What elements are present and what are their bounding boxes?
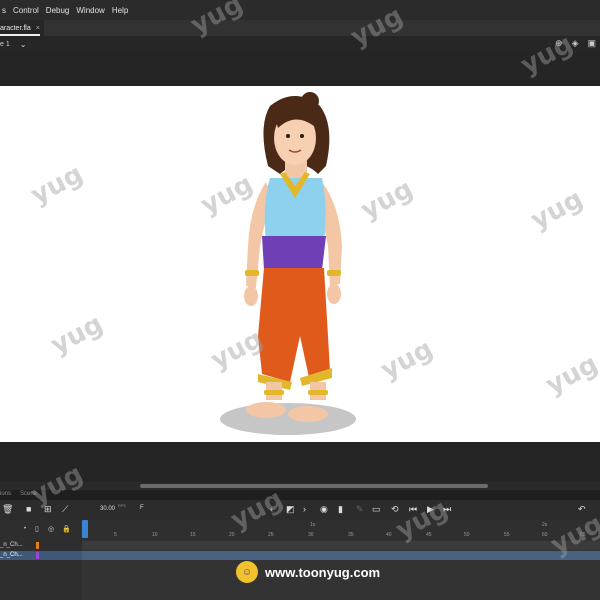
frame-field[interactable]: F	[140, 505, 144, 511]
horizontal-scrollbar[interactable]	[0, 482, 600, 490]
menu-item-help[interactable]: Help	[112, 6, 128, 15]
ruler-second-label: 2s	[542, 522, 548, 528]
menu-item-window[interactable]: Window	[76, 6, 104, 15]
ruler-number: 5	[114, 532, 117, 538]
camera-icon[interactable]: ■	[26, 504, 31, 514]
close-icon[interactable]: ×	[36, 25, 40, 32]
scene-label[interactable]: e 1	[0, 41, 10, 48]
ruler-number: 10	[152, 532, 158, 538]
character-illustration	[220, 92, 356, 435]
edit-multiple-icon[interactable]: ✎	[356, 504, 364, 515]
layer-color-swatch	[36, 552, 39, 559]
ruler-number: 30	[308, 532, 314, 538]
show-all-icon[interactable]: •	[24, 526, 26, 532]
graph-icon[interactable]: ⟋	[62, 504, 68, 515]
onion-outline-icon[interactable]: ▮	[338, 504, 343, 515]
loop-icon[interactable]: ⟲	[391, 504, 399, 515]
outline-icon[interactable]: ▯	[35, 525, 39, 533]
chevron-right-icon[interactable]: ›	[303, 504, 306, 514]
layer-row[interactable]: _n_Ch...	[0, 551, 82, 560]
frame-ruler[interactable]: 1s 2s 5 10 15 20 25 30 35 40 45 50 55 60…	[82, 520, 600, 540]
footer-url-text: www.toonyug.com	[265, 564, 381, 580]
fps-unit: FPS	[118, 503, 126, 508]
document-tab-label: aracter.fla	[0, 24, 31, 32]
clip-content-icon[interactable]: ▣	[587, 38, 596, 49]
delete-layer-icon[interactable]: 🗑	[2, 504, 13, 515]
document-tab-bar: aracter.fla ×	[0, 20, 600, 37]
clip-icon[interactable]: ▭	[372, 504, 381, 515]
ruler-number: 35	[348, 532, 354, 538]
layer-track[interactable]	[82, 541, 600, 550]
layer-name: _n_Ch...	[0, 552, 23, 558]
footer-branding: ☺ www.toonyug.com	[236, 561, 380, 583]
ruler-number: 15	[190, 532, 196, 538]
menu-item-commands[interactable]: s	[2, 6, 6, 15]
layer-name: _n_Ch...	[0, 542, 23, 548]
layer-track[interactable]	[82, 551, 600, 560]
menu-item-control[interactable]: Control	[13, 6, 39, 15]
frames-area[interactable]: 1s 2s 5 10 15 20 25 30 35 40 45 50 55 60…	[82, 520, 600, 600]
toonyug-logo-icon: ☺	[236, 561, 258, 583]
ruler-number: 20	[229, 532, 235, 538]
ruler-second-label: 1s	[310, 522, 316, 528]
layer-color-swatch	[36, 542, 39, 549]
layers-panel: • ▯ ◎ 🔒 _n_Ch... _n_Ch...	[0, 520, 82, 600]
onion-skin-icon[interactable]: ◉	[320, 504, 328, 515]
chevron-down-icon[interactable]: ⌄	[20, 40, 27, 49]
playhead[interactable]	[82, 520, 88, 600]
document-tab[interactable]: aracter.fla ×	[0, 20, 44, 36]
scrollbar-thumb[interactable]	[140, 484, 488, 488]
playhead-handle[interactable]	[82, 520, 88, 538]
panel-tabs: ions Scene	[0, 490, 600, 500]
lock-icon[interactable]: 🔒	[62, 525, 71, 533]
layer-row[interactable]: _n_Ch...	[0, 541, 82, 550]
tab-actions[interactable]: ions	[0, 491, 11, 497]
layer-header: • ▯ ◎ 🔒	[0, 520, 82, 540]
scene-bar: e 1 ⌄ ⊕ ◈ ▣	[0, 36, 600, 52]
menu-bar: s Control Debug Window Help	[0, 0, 600, 20]
menu-item-debug[interactable]: Debug	[46, 6, 70, 15]
ruler-number: 55	[504, 532, 510, 538]
pasteboard-bottom	[0, 442, 600, 482]
stage-canvas[interactable]	[0, 86, 600, 442]
ruler-number: 40	[386, 532, 392, 538]
timeline-toolbar: 🗑 ■ ⊞ ⟋ 30.00 FPS F ‹ ◩ › ◉ ▮ ✎ ▭ ⟲ ⏮ ▶ …	[0, 500, 600, 520]
fps-value[interactable]: 30.00	[100, 506, 115, 512]
ruler-number: 50	[464, 532, 470, 538]
eye-icon[interactable]: ◎	[48, 525, 54, 533]
ruler-number: 25	[268, 532, 274, 538]
pasteboard	[0, 52, 600, 86]
